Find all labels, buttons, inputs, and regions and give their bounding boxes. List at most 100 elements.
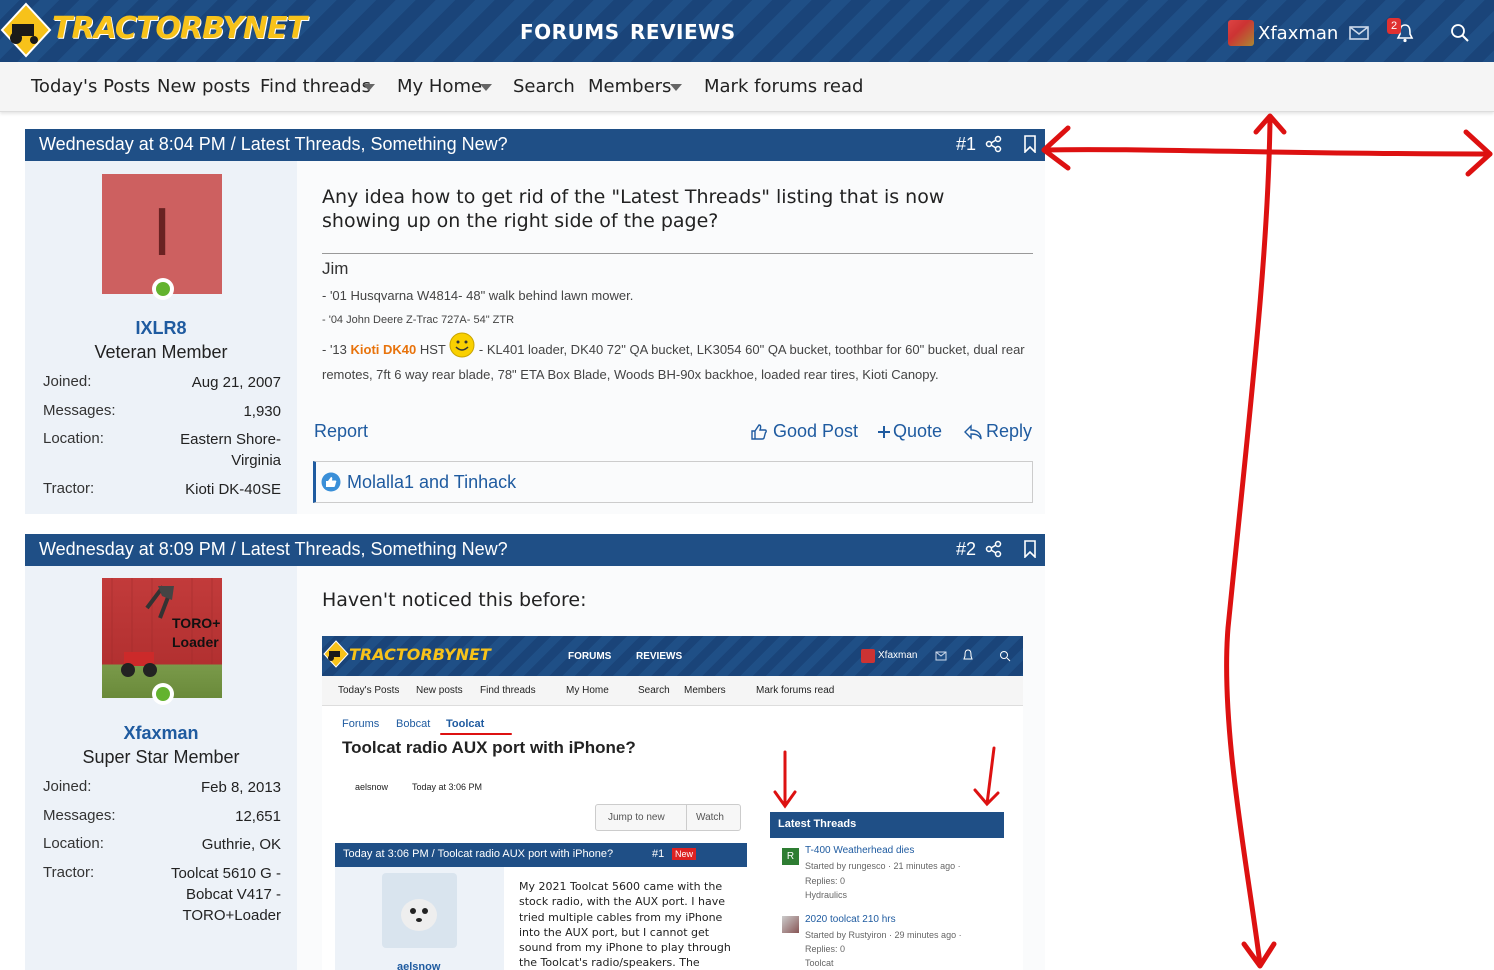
post-username: aelsnow — [397, 961, 441, 970]
signature-line: - '04 John Deere Z-Trac 727A- 54" ZTR — [322, 314, 515, 326]
subnav-members[interactable]: Members — [588, 76, 671, 97]
avatar[interactable]: TORO+ Loader — [102, 578, 222, 698]
latest-thread-forum: Toolcat — [805, 958, 834, 968]
thumbs-up-icon — [751, 423, 767, 440]
quote-label: Quote — [893, 421, 943, 441]
quote-button[interactable]: Quote — [877, 421, 942, 442]
post-username[interactable]: IXLR8 — [25, 318, 297, 339]
thread-author: aelsnow — [355, 782, 389, 792]
search-icon[interactable] — [1449, 22, 1471, 44]
reply-button[interactable]: Reply — [963, 421, 1032, 442]
embedded-user-col: aelsnow — [335, 867, 504, 970]
signature-link[interactable]: Kioti DK40 — [351, 342, 417, 357]
info-label: Location: — [43, 835, 104, 852]
post-header: Wednesday at 8:04 PM / Latest Threads, S… — [25, 129, 1045, 161]
post-body: Any idea how to get rid of the "Latest T… — [322, 186, 945, 232]
post-number[interactable]: #1 — [956, 134, 976, 155]
info-value: 1,930 — [243, 403, 281, 420]
embedded-post-header: Today at 3:06 PM / Toolcat radio AUX por… — [335, 843, 747, 867]
post-header: Wednesday at 8:09 PM / Latest Threads, S… — [25, 534, 1045, 566]
reply-icon — [964, 423, 982, 440]
nav-forums: FORUMS — [568, 651, 612, 662]
bookmark-icon[interactable] — [1022, 540, 1038, 558]
subnav-my-home[interactable]: My Home — [397, 76, 482, 97]
embedded-screenshot[interactable]: TRACTORBYNET FORUMS REVIEWS Xfaxman Toda… — [322, 636, 1023, 970]
avatar[interactable]: I — [102, 174, 222, 294]
info-label: Location: — [43, 430, 104, 447]
latest-threads-header: Latest Threads — [770, 812, 1004, 838]
avatar-letter: I — [152, 197, 172, 271]
seal-photo-icon — [401, 899, 437, 931]
annotation-arrows-icon — [773, 746, 1000, 809]
post-number: #1 — [652, 848, 665, 860]
embedded-subnav: Today's Posts New posts Find threads My … — [322, 676, 1023, 706]
info-value: 12,651 — [235, 808, 281, 825]
subnav-find-threads[interactable]: Find threads — [260, 76, 371, 97]
reaction-users[interactable]: Molalla1 and Tinhack — [347, 472, 516, 493]
user-title: Super Star Member — [82, 747, 240, 767]
latest-thread-replies: Replies: 0 — [805, 944, 846, 954]
nav-forums[interactable]: FORUMS — [520, 20, 620, 44]
search-icon — [1000, 651, 1011, 662]
latest-thread-title: T-400 Weatherhead dies — [805, 845, 915, 856]
find-threads-dropdown-icon[interactable] — [363, 84, 375, 91]
info-label: Tractor: — [43, 864, 95, 881]
username: Xfaxman — [878, 650, 918, 661]
user-menu[interactable]: Xfaxman — [1228, 20, 1338, 46]
nav-reviews: REVIEWS — [636, 651, 683, 662]
thread-time: Today at 3:06 PM — [412, 782, 483, 792]
info-value: Aug 21, 2007 — [191, 374, 281, 391]
like-reaction-icon — [321, 472, 341, 492]
thread-avatar — [782, 916, 799, 933]
post-user-info: I IXLR8 Veteran Member Joined: Aug 21, 2… — [25, 161, 297, 514]
annotation-arrows-icon — [1041, 113, 1493, 969]
share-icon[interactable] — [985, 135, 1003, 153]
good-post-label: Good Post — [773, 421, 859, 441]
subnav-mark-forums-read[interactable]: Mark forums read — [704, 76, 863, 97]
members-dropdown-icon[interactable] — [670, 84, 682, 91]
online-status-icon — [152, 683, 174, 705]
avatar — [861, 649, 875, 663]
share-icon[interactable] — [985, 540, 1003, 558]
subnav-item: Members — [684, 685, 726, 696]
bookmark-icon[interactable] — [1022, 135, 1038, 153]
breadcrumb-item: Toolcat — [446, 718, 485, 730]
subnav-item: Search — [638, 685, 670, 696]
user-title: Veteran Member — [94, 342, 228, 362]
nav-reviews[interactable]: REVIEWS — [630, 20, 736, 44]
signature-line: - '01 Husqvarna W4814- 48" walk behind l… — [322, 288, 634, 303]
my-home-dropdown-icon[interactable] — [480, 84, 492, 91]
post-date-title[interactable]: Wednesday at 8:04 PM / Latest Threads, S… — [39, 134, 508, 155]
latest-thread-meta: Started by Rustyiron · 29 minutes ago · — [805, 930, 962, 940]
thread-title: Toolcat radio AUX port with iPhone? — [342, 738, 636, 757]
subnav-todays-posts[interactable]: Today's Posts — [31, 76, 150, 97]
info-value: Eastern Shore-Virginia — [180, 431, 281, 469]
good-post-button[interactable]: Good Post — [750, 421, 858, 442]
avatar — [382, 873, 457, 948]
latest-thread-title: 2020 toolcat 210 hrs — [805, 914, 896, 925]
sub-navigation: Today's Posts New posts Find threads My … — [0, 62, 1494, 112]
subnav-item: My Home — [566, 685, 609, 696]
annotation-underline — [440, 733, 512, 735]
inbox-icon — [935, 651, 947, 661]
watch-button: Watch — [696, 812, 724, 823]
signature-name: Jim — [322, 259, 349, 278]
thread-icon: R — [782, 848, 799, 865]
latest-thread-replies: Replies: 0 — [805, 876, 846, 886]
reactions-bar: Molalla1 and Tinhack — [313, 461, 1033, 503]
subnav-search[interactable]: Search — [513, 76, 575, 97]
signature-divider — [322, 253, 1033, 254]
report-link[interactable]: Report — [314, 421, 368, 442]
post-username[interactable]: Xfaxman — [25, 723, 297, 744]
breadcrumb-item: Forums — [342, 718, 380, 730]
inbox-icon[interactable] — [1348, 22, 1370, 44]
post-number[interactable]: #2 — [956, 539, 976, 560]
info-label: Joined: — [43, 778, 92, 795]
breadcrumb-item: Bobcat — [396, 718, 431, 730]
post-date-title[interactable]: Wednesday at 8:09 PM / Latest Threads, S… — [39, 539, 508, 560]
embedded-post-body: My 2021 Toolcat 5600 came with the stock… — [519, 880, 731, 970]
subnav-new-posts[interactable]: New posts — [157, 76, 250, 97]
subnav-item: Today's Posts — [338, 685, 400, 696]
site-logo[interactable]: TRACTORBYNET — [0, 2, 307, 58]
subnav-item: New posts — [416, 685, 463, 696]
